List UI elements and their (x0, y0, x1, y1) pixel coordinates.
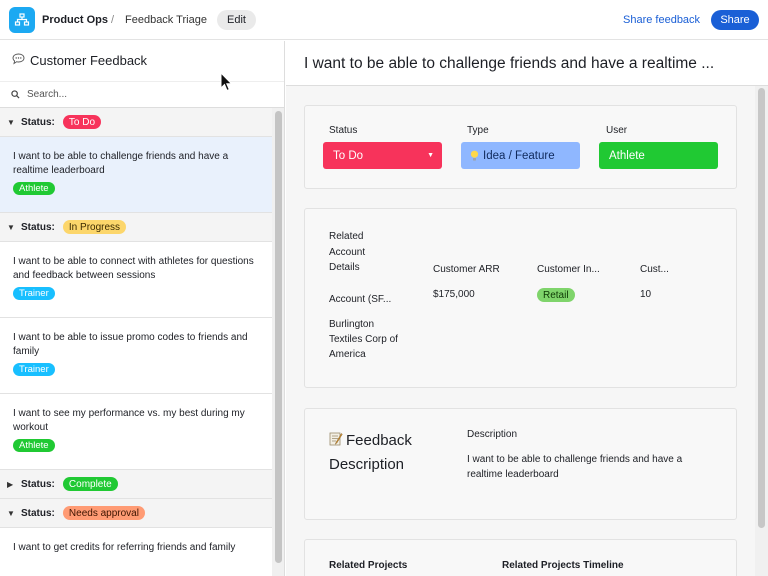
edit-button[interactable]: Edit (217, 10, 256, 30)
breadcrumb-separator: / (111, 14, 115, 26)
list-item[interactable]: I want to be able to connect with athlet… (0, 242, 272, 318)
speech-bubble-icon (12, 53, 25, 68)
list-item-text: I want to be able to issue promo codes t… (13, 332, 248, 357)
list-item[interactable]: I want to see my performance vs. my best… (0, 394, 272, 470)
feedback-list-panel: Customer Feedback ▼ Status: To Do I want… (0, 41, 285, 576)
record-body: Status To Do ▼ Type Idea / Feature User … (286, 85, 768, 576)
base-logo-icon[interactable] (9, 7, 35, 33)
list-item-text: I want to get credits for referring frie… (13, 542, 236, 553)
list-item-text: I want to be able to challenge friends a… (13, 151, 229, 176)
top-bar: Product Ops / Feedback Triage Edit Share… (0, 0, 768, 40)
detail-scrollbar-thumb[interactable] (758, 88, 765, 528)
status-select[interactable]: To Do ▼ (323, 142, 442, 169)
industry-badge: Retail (537, 288, 575, 302)
chevron-down-icon: ▼ (427, 152, 434, 159)
user-tag: Trainer (13, 363, 55, 376)
customer-arr-value: $175,000 (433, 289, 475, 300)
feedback-description-card: Feedback Description Description I want … (304, 408, 737, 520)
user-select-value: Athlete (609, 149, 645, 162)
record-detail-panel: I want to be able to challenge friends a… (286, 41, 768, 576)
type-select[interactable]: Idea / Feature (461, 142, 580, 169)
status-field-label: Status (329, 125, 358, 136)
list-item[interactable]: I want to be able to issue promo codes t… (0, 318, 272, 394)
user-tag: Athlete (13, 439, 55, 452)
panel-title: Customer Feedback (12, 53, 147, 68)
group-status-label: Status: (21, 221, 55, 233)
group-status-label: Status: (21, 478, 55, 490)
type-field-label: Type (467, 125, 489, 136)
caret-down-icon[interactable]: ▼ (7, 223, 21, 232)
status-badge: In Progress (62, 220, 127, 234)
list-scrollbar-thumb[interactable] (275, 111, 282, 563)
search-icon (11, 86, 20, 104)
panel-title-text: Customer Feedback (30, 53, 148, 68)
group-header-in-progress[interactable]: ▼ Status: In Progress (0, 213, 272, 242)
breadcrumb-base[interactable]: Product Ops (42, 0, 108, 40)
status-badge: To Do (62, 115, 102, 129)
caret-down-icon[interactable]: ▼ (7, 118, 21, 127)
record-title: I want to be able to challenge friends a… (304, 55, 715, 72)
related-projects-label: Related Projects (329, 560, 408, 571)
share-button[interactable]: Share (711, 10, 759, 30)
user-tag: Athlete (13, 182, 55, 195)
related-account-label: Related Account Details (329, 231, 366, 273)
account-header[interactable]: Account (SF... (329, 294, 391, 305)
related-projects-card: Related Projects Related Projects Timeli… (304, 539, 737, 576)
list-item[interactable]: I want to be able to challenge friends a… (0, 137, 272, 213)
customer-count-header[interactable]: Cust... (640, 264, 669, 275)
description-field-value[interactable]: I want to be able to challenge friends a… (467, 452, 717, 482)
status-badge: Complete (62, 477, 118, 491)
type-select-value: Idea / Feature (483, 149, 555, 162)
share-feedback-link[interactable]: Share feedback (623, 0, 700, 40)
status-badge: Needs approval (62, 506, 145, 520)
group-header-complete[interactable]: ▶ Status: Complete (0, 470, 272, 499)
group-status-label: Status: (21, 116, 55, 128)
search-bar (0, 81, 284, 108)
caret-down-icon[interactable]: ▼ (7, 509, 21, 518)
user-select[interactable]: Athlete (599, 142, 718, 169)
group-status-label: Status: (21, 507, 55, 519)
account-value[interactable]: Burlington Textiles Corp of America (329, 317, 404, 362)
list-item-text: I want to see my performance vs. my best… (13, 408, 245, 433)
status-select-value: To Do (333, 149, 364, 162)
breadcrumb-page[interactable]: Feedback Triage (125, 0, 207, 40)
feedback-list: ▼ Status: To Do I want to be able to cha… (0, 108, 272, 576)
customer-arr-header[interactable]: Customer ARR (433, 264, 500, 275)
description-field-label: Description (467, 429, 518, 440)
group-header-needs-approval[interactable]: ▼ Status: Needs approval (0, 499, 272, 528)
group-header-todo[interactable]: ▼ Status: To Do (0, 108, 272, 137)
lightbulb-icon (470, 150, 479, 162)
feedback-description-heading: Feedback Description (329, 429, 439, 477)
list-item[interactable]: I want to get credits for referring frie… (0, 528, 272, 576)
user-tag: Trainer (13, 287, 55, 300)
customer-industry-header[interactable]: Customer In... (537, 264, 600, 275)
customer-count-value: 10 (640, 289, 652, 300)
related-account-card: Related Account Details Customer ARR Cus… (304, 208, 737, 388)
user-field-label: User (606, 125, 628, 136)
fields-card: Status To Do ▼ Type Idea / Feature User … (304, 105, 737, 189)
caret-right-icon[interactable]: ▶ (7, 480, 21, 489)
memo-icon (329, 432, 343, 446)
related-projects-timeline-label: Related Projects Timeline (502, 560, 624, 571)
list-item-text: I want to be able to connect with athlet… (13, 256, 254, 281)
mouse-cursor-icon (220, 71, 234, 92)
